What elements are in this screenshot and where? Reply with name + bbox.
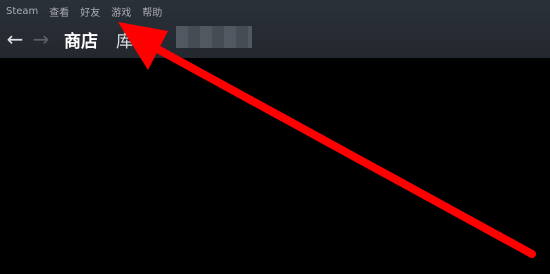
navigation-bar: ← → 商店 库 区 [0,24,550,54]
menu-help[interactable]: 帮助 [142,4,162,19]
steam-title-bar: Steam 查看 好友 游戏 帮助 ← → 商店 库 区 [0,0,550,58]
menu-games[interactable]: 游戏 [111,4,131,19]
menu-view[interactable]: 查看 [49,4,69,19]
menu-friends[interactable]: 好友 [80,4,100,19]
arrow-left-icon[interactable]: ← [2,29,28,49]
main-content-area [0,58,550,274]
menu-bar: Steam 查看 好友 游戏 帮助 [0,0,173,22]
arrow-right-icon[interactable]: → [28,29,54,49]
tab-store[interactable]: 商店 [64,27,98,52]
blurred-username [176,26,252,48]
tab-community[interactable]: 区 [139,27,156,52]
tab-library[interactable]: 库 [116,27,133,52]
menu-steam[interactable]: Steam [6,6,38,17]
